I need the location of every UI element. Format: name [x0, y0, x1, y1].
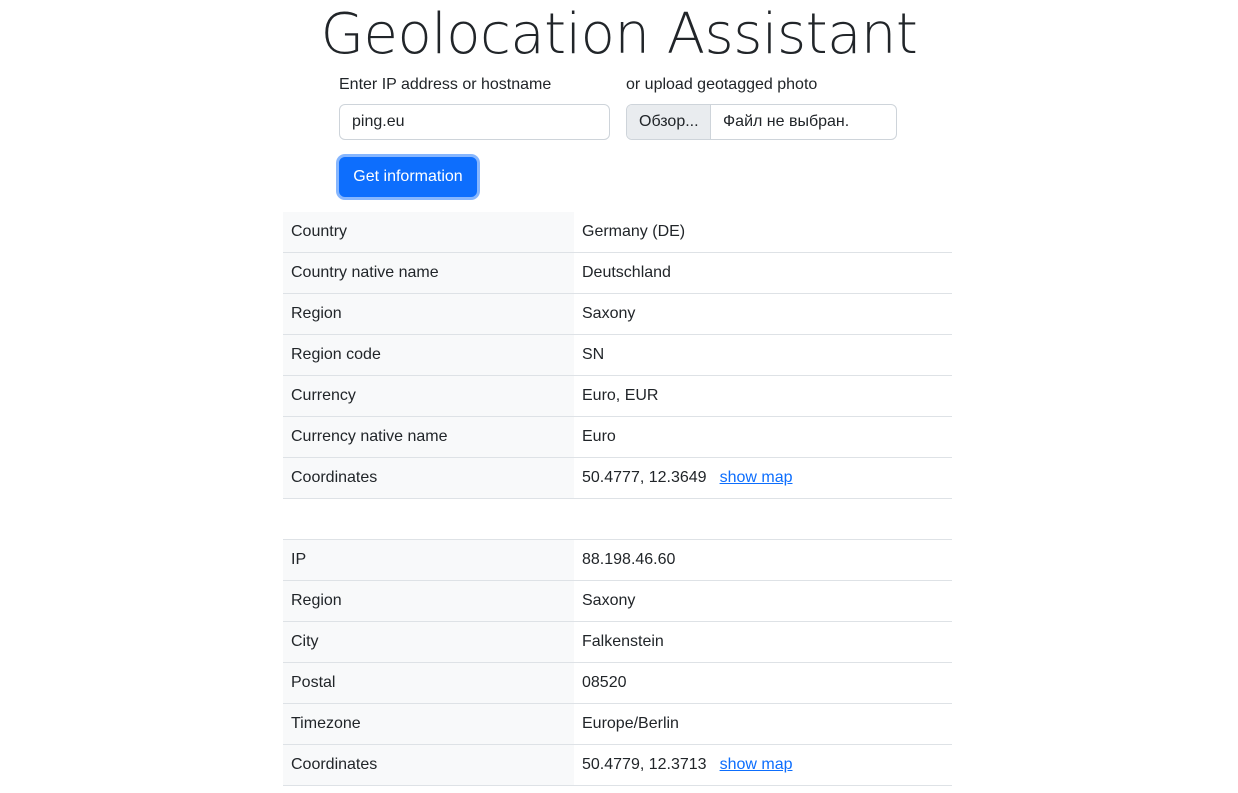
table-row: Currency native name Euro: [283, 416, 952, 458]
table-row: Country native name Deutschland: [283, 252, 952, 294]
row-key: IP: [283, 539, 574, 581]
row-value: SN: [574, 334, 952, 376]
row-key: Region code: [283, 334, 574, 376]
coordinates-value: 50.4777, 12.3649: [582, 469, 707, 486]
row-value: Europe/Berlin: [574, 703, 952, 745]
ip-label: Enter IP address or hostname: [339, 76, 552, 93]
ip-table: IP 88.198.46.60 Region Saxony City Falkenst…: [283, 539, 952, 786]
row-key: Postal: [283, 662, 574, 704]
table-row: Region Saxony: [283, 293, 952, 335]
table-row: Country Germany (DE): [283, 212, 952, 253]
row-key: Region: [283, 293, 574, 335]
get-information-button[interactable]: Get information: [339, 157, 477, 197]
row-key: Region: [283, 580, 574, 622]
row-value: Euro: [574, 416, 952, 458]
table-row: Coordinates 50.4779, 12.3713 show map: [283, 744, 952, 786]
row-value: Euro, EUR: [574, 375, 952, 417]
row-key: Country: [283, 212, 574, 253]
browse-button[interactable]: Обзор...: [627, 105, 711, 139]
page-title: Geolocation Assistant: [320, 2, 918, 67]
table-row: Coordinates 50.4777, 12.3649 show map: [283, 457, 952, 499]
ip-input[interactable]: [339, 104, 610, 140]
table-row: Region code SN: [283, 334, 952, 376]
table-row: Currency Euro, EUR: [283, 375, 952, 417]
row-value: Saxony: [574, 580, 952, 622]
row-key: Country native name: [283, 252, 574, 294]
photo-label: or upload geotagged photo: [626, 76, 818, 93]
photo-file-input[interactable]: Обзор... Файл не выбран.: [626, 104, 897, 140]
row-key: City: [283, 621, 574, 663]
row-value: Saxony: [574, 293, 952, 335]
row-value: 50.4779, 12.3713 show map: [574, 744, 952, 786]
row-value: 08520: [574, 662, 952, 704]
table-row: City Falkenstein: [283, 621, 952, 663]
row-value: Germany (DE): [574, 212, 952, 253]
row-key: Currency native name: [283, 416, 574, 458]
table-row: Region Saxony: [283, 580, 952, 622]
row-value: Falkenstein: [574, 621, 952, 663]
row-key: Currency: [283, 375, 574, 417]
row-key: Coordinates: [283, 457, 574, 499]
row-value: Deutschland: [574, 252, 952, 294]
show-map-link[interactable]: show map: [720, 469, 793, 486]
file-status: Файл не выбран.: [723, 113, 850, 130]
table-row: IP 88.198.46.60: [283, 539, 952, 581]
row-key: Coordinates: [283, 744, 574, 786]
row-key: Timezone: [283, 703, 574, 745]
table-row: Postal 08520: [283, 662, 952, 704]
row-value: 88.198.46.60: [574, 539, 952, 581]
country-table: Country Germany (DE) Country native name D…: [283, 212, 952, 499]
show-map-link[interactable]: show map: [720, 756, 793, 773]
table-row: Timezone Europe/Berlin: [283, 703, 952, 745]
coordinates-value: 50.4779, 12.3713: [582, 756, 707, 773]
row-value: 50.4777, 12.3649 show map: [574, 457, 952, 499]
